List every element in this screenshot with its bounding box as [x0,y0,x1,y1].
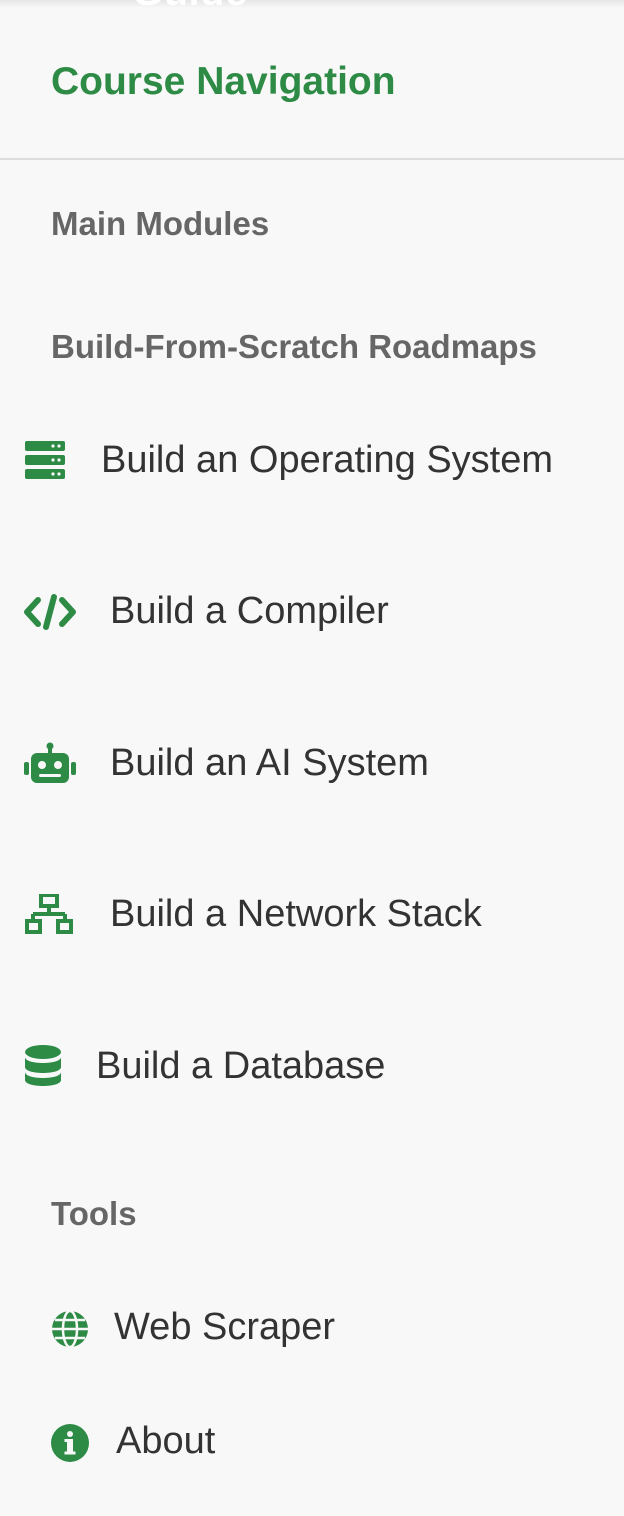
nav-item-ai-system[interactable]: Build an AI System [0,709,624,819]
nav-item-label: Build an AI System [110,742,429,784]
section-roadmaps: Build-From-Scratch Roadmaps [51,328,537,365]
nav-item-database[interactable]: Build a Database [0,1012,624,1122]
drawer-title: Course Navigation [51,60,396,103]
drawer-header: Course Navigation [0,0,624,160]
nav-item-network-stack[interactable]: Build a Network Stack [0,860,624,970]
server-icon [25,441,65,479]
code-icon [24,594,76,630]
nav-item-label: About [116,1420,216,1462]
nav-item-label: Build an Operating System [101,439,554,481]
nav-item-label: Web Scraper [114,1306,336,1348]
section-tools: Tools [51,1195,137,1232]
nav-item-label: Build a Compiler [110,590,389,632]
nav-item-operating-system[interactable]: Build an Operating System [0,406,624,516]
database-icon [25,1045,61,1086]
nav-item-compiler[interactable]: Build a Compiler [0,557,624,667]
network-icon [25,894,73,934]
globe-icon [52,1309,88,1349]
nav-item-web-scraper[interactable]: Web Scraper [0,1274,624,1384]
nav-item-about[interactable]: About [0,1387,624,1497]
info-icon [51,1424,89,1462]
section-main-modules[interactable]: Main Modules [51,205,269,243]
navigation-drawer: Guide Course Navigation Main Modules Bui… [0,0,624,1516]
nav-item-label: Build a Network Stack [110,893,482,935]
nav-item-label: Build a Database [96,1045,386,1087]
robot-icon [24,742,76,783]
